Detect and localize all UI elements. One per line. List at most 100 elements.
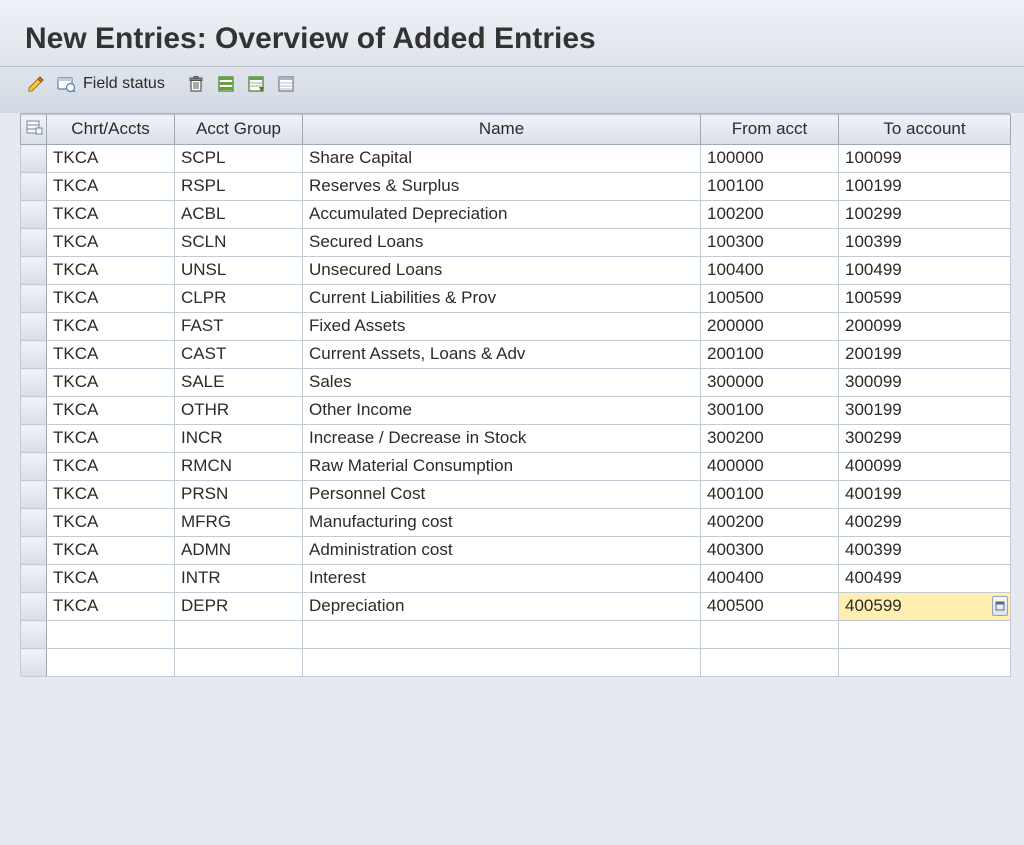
cell-from-acct[interactable]: 300200: [701, 425, 839, 453]
cell-to-account[interactable]: 300099: [839, 369, 1011, 397]
row-selector[interactable]: [21, 257, 47, 285]
cell-acct-group[interactable]: PRSN: [175, 481, 303, 509]
cell-name[interactable]: Reserves & Surplus: [303, 173, 701, 201]
row-selector[interactable]: [21, 173, 47, 201]
cell-name[interactable]: Depreciation: [303, 593, 701, 621]
col-chrt-accts[interactable]: Chrt/Accts: [47, 115, 175, 145]
cell-from-acct[interactable]: 200100: [701, 341, 839, 369]
row-selector[interactable]: [21, 145, 47, 173]
cell-chrt-accts[interactable]: TKCA: [47, 201, 175, 229]
value-help-icon[interactable]: [992, 596, 1008, 616]
row-selector[interactable]: [21, 341, 47, 369]
cell-name[interactable]: Fixed Assets: [303, 313, 701, 341]
row-selector[interactable]: [21, 621, 47, 649]
empty-cell[interactable]: [701, 649, 839, 677]
cell-to-account[interactable]: 300199: [839, 397, 1011, 425]
cell-acct-group[interactable]: OTHR: [175, 397, 303, 425]
cell-acct-group[interactable]: RSPL: [175, 173, 303, 201]
select-block-icon[interactable]: [245, 73, 267, 95]
cell-to-account[interactable]: 100399: [839, 229, 1011, 257]
cell-chrt-accts[interactable]: TKCA: [47, 397, 175, 425]
row-selector[interactable]: [21, 425, 47, 453]
cell-acct-group[interactable]: INCR: [175, 425, 303, 453]
cell-acct-group[interactable]: CAST: [175, 341, 303, 369]
cell-chrt-accts[interactable]: TKCA: [47, 313, 175, 341]
row-selector[interactable]: [21, 509, 47, 537]
cell-to-account[interactable]: 400499: [839, 565, 1011, 593]
row-selector[interactable]: [21, 313, 47, 341]
cell-from-acct[interactable]: 400100: [701, 481, 839, 509]
cell-chrt-accts[interactable]: TKCA: [47, 509, 175, 537]
cell-name[interactable]: Administration cost: [303, 537, 701, 565]
cell-to-account[interactable]: 400599: [839, 593, 1011, 621]
cell-acct-group[interactable]: RMCN: [175, 453, 303, 481]
empty-cell[interactable]: [701, 621, 839, 649]
cell-to-account[interactable]: 400299: [839, 509, 1011, 537]
empty-cell[interactable]: [839, 649, 1011, 677]
cell-chrt-accts[interactable]: TKCA: [47, 145, 175, 173]
cell-chrt-accts[interactable]: TKCA: [47, 425, 175, 453]
select-all-icon[interactable]: [215, 73, 237, 95]
cell-to-account[interactable]: 200199: [839, 341, 1011, 369]
col-from-acct[interactable]: From acct: [701, 115, 839, 145]
cell-chrt-accts[interactable]: TKCA: [47, 173, 175, 201]
cell-from-acct[interactable]: 100200: [701, 201, 839, 229]
cell-acct-group[interactable]: SALE: [175, 369, 303, 397]
cell-to-account[interactable]: 100099: [839, 145, 1011, 173]
cell-name[interactable]: Raw Material Consumption: [303, 453, 701, 481]
cell-name[interactable]: Current Liabilities & Prov: [303, 285, 701, 313]
cell-chrt-accts[interactable]: TKCA: [47, 257, 175, 285]
cell-to-account[interactable]: 100299: [839, 201, 1011, 229]
row-selector[interactable]: [21, 537, 47, 565]
cell-acct-group[interactable]: ACBL: [175, 201, 303, 229]
empty-cell[interactable]: [47, 621, 175, 649]
row-selector[interactable]: [21, 453, 47, 481]
row-selector[interactable]: [21, 201, 47, 229]
row-selector[interactable]: [21, 229, 47, 257]
cell-chrt-accts[interactable]: TKCA: [47, 229, 175, 257]
cell-name[interactable]: Other Income: [303, 397, 701, 425]
cell-from-acct[interactable]: 200000: [701, 313, 839, 341]
cell-acct-group[interactable]: DEPR: [175, 593, 303, 621]
cell-to-account[interactable]: 100199: [839, 173, 1011, 201]
cell-to-account[interactable]: 400399: [839, 537, 1011, 565]
cell-name[interactable]: Secured Loans: [303, 229, 701, 257]
row-selector[interactable]: [21, 397, 47, 425]
cell-from-acct[interactable]: 300000: [701, 369, 839, 397]
config-column-header[interactable]: [21, 115, 47, 145]
cell-from-acct[interactable]: 100400: [701, 257, 839, 285]
cell-from-acct[interactable]: 100100: [701, 173, 839, 201]
row-selector[interactable]: [21, 593, 47, 621]
cell-to-account[interactable]: 300299: [839, 425, 1011, 453]
cell-name[interactable]: Interest: [303, 565, 701, 593]
cell-chrt-accts[interactable]: TKCA: [47, 369, 175, 397]
cell-name[interactable]: Accumulated Depreciation: [303, 201, 701, 229]
cell-acct-group[interactable]: MFRG: [175, 509, 303, 537]
cell-from-acct[interactable]: 300100: [701, 397, 839, 425]
cell-acct-group[interactable]: UNSL: [175, 257, 303, 285]
cell-chrt-accts[interactable]: TKCA: [47, 481, 175, 509]
cell-acct-group[interactable]: FAST: [175, 313, 303, 341]
cell-name[interactable]: Personnel Cost: [303, 481, 701, 509]
cell-chrt-accts[interactable]: TKCA: [47, 537, 175, 565]
edit-icon[interactable]: [25, 73, 47, 95]
cell-name[interactable]: Share Capital: [303, 145, 701, 173]
cell-from-acct[interactable]: 100300: [701, 229, 839, 257]
field-status-icon[interactable]: [55, 73, 77, 95]
cell-to-account[interactable]: 100499: [839, 257, 1011, 285]
cell-name[interactable]: Unsecured Loans: [303, 257, 701, 285]
cell-chrt-accts[interactable]: TKCA: [47, 453, 175, 481]
deselect-all-icon[interactable]: [275, 73, 297, 95]
cell-name[interactable]: Sales: [303, 369, 701, 397]
cell-from-acct[interactable]: 100500: [701, 285, 839, 313]
col-acct-group[interactable]: Acct Group: [175, 115, 303, 145]
cell-name[interactable]: Current Assets, Loans & Adv: [303, 341, 701, 369]
row-selector[interactable]: [21, 649, 47, 677]
col-to-account[interactable]: To account: [839, 115, 1011, 145]
delete-icon[interactable]: [185, 73, 207, 95]
empty-cell[interactable]: [47, 649, 175, 677]
cell-from-acct[interactable]: 400200: [701, 509, 839, 537]
cell-from-acct[interactable]: 400400: [701, 565, 839, 593]
row-selector[interactable]: [21, 565, 47, 593]
cell-from-acct[interactable]: 400000: [701, 453, 839, 481]
